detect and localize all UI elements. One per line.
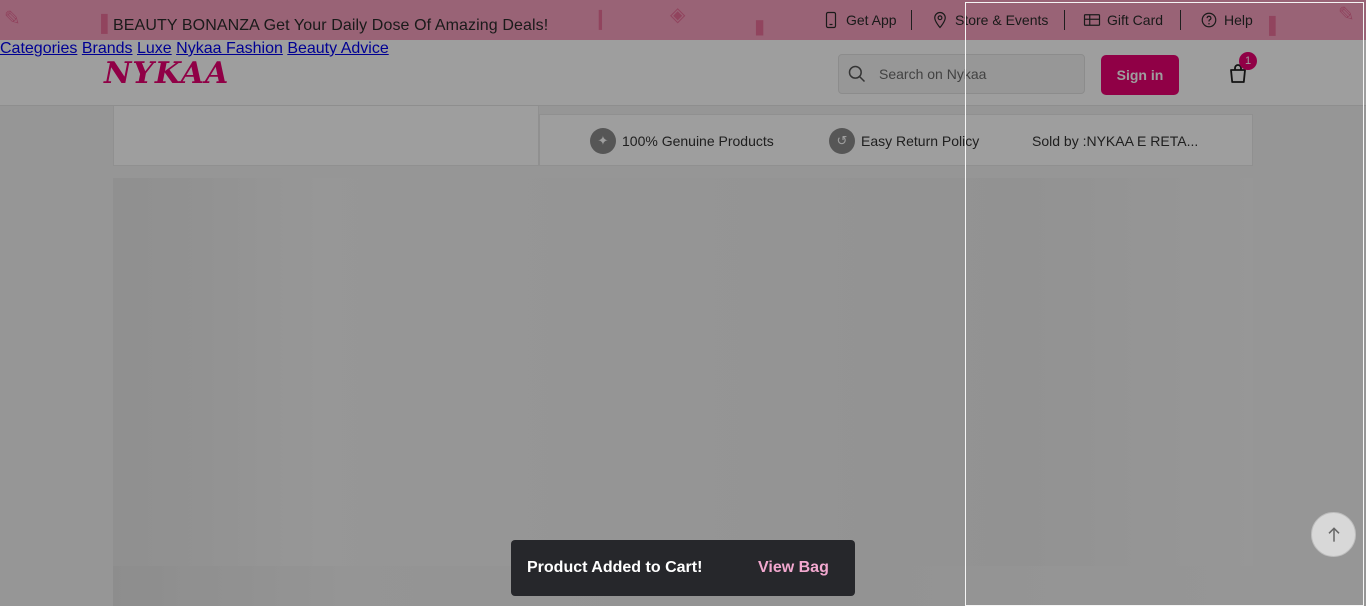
genuine-products-icon: ✦ xyxy=(590,128,616,154)
search-icon xyxy=(848,65,866,83)
loading-skeleton xyxy=(113,178,1253,566)
gift-card-icon xyxy=(1083,14,1101,26)
view-bag-link[interactable]: View Bag xyxy=(758,559,829,577)
arrow-up-icon xyxy=(1327,526,1340,542)
mobile-phone-icon xyxy=(825,11,837,29)
nykaa-logo[interactable]: NYKAA xyxy=(104,56,229,91)
toast-message: Product Added to Cart! xyxy=(527,559,703,576)
help-circle-icon xyxy=(1201,12,1217,28)
nav-nykaa-fashion[interactable]: Nykaa Fashion xyxy=(176,40,283,57)
makeup-brush-icon: ✎ xyxy=(1338,4,1355,26)
nav-brands[interactable]: Brands xyxy=(82,40,133,57)
bottle-icon: ▮ xyxy=(754,16,766,38)
gift-card-link[interactable]: Gift Card xyxy=(1083,11,1163,29)
return-arrow-icon: ↺ xyxy=(829,128,855,154)
get-app-link[interactable]: Get App xyxy=(822,11,897,29)
help-label: Help xyxy=(1224,12,1253,28)
nail-polish-icon: ❙ xyxy=(592,8,609,30)
promo-banner[interactable]: ✎ ❚ ❙ ◈ ▮ ❚ ✎ BEAUTY BONANZA Get Your Da… xyxy=(0,0,1366,40)
sold-by: Sold by :NYKAA E RETA... xyxy=(1032,133,1198,149)
nav-luxe[interactable]: Luxe xyxy=(137,40,172,57)
promo-text: BEAUTY BONANZA Get Your Daily Dose Of Am… xyxy=(113,17,549,34)
added-to-cart-toast: Product Added to Cart! View Bag xyxy=(511,540,855,596)
easy-return: ↺ Easy Return Policy xyxy=(829,128,979,154)
sold-by-label: Sold by :NYKAA E RETA... xyxy=(1032,133,1199,149)
nav-beauty-advice[interactable]: Beauty Advice xyxy=(287,40,388,57)
store-events-link[interactable]: Store & Events xyxy=(931,11,1048,29)
nav-categories[interactable]: Categories xyxy=(0,40,77,57)
lipstick-icon: ❚ xyxy=(96,12,113,34)
divider xyxy=(911,10,912,30)
scroll-to-top-button[interactable] xyxy=(1311,512,1356,557)
gift-card-label: Gift Card xyxy=(1107,12,1164,28)
makeup-brush-icon: ✎ xyxy=(4,8,21,30)
divider xyxy=(1064,10,1065,30)
product-image-panel xyxy=(113,106,539,166)
compact-icon: ◈ xyxy=(670,4,686,26)
store-events-label: Store & Events xyxy=(955,12,1049,28)
help-link[interactable]: Help xyxy=(1200,11,1253,29)
divider xyxy=(1180,10,1181,30)
get-app-label: Get App xyxy=(846,12,897,28)
easy-return-label: Easy Return Policy xyxy=(861,133,980,149)
sign-in-button[interactable]: Sign in xyxy=(1101,55,1179,95)
lipstick-icon: ❚ xyxy=(1264,14,1281,36)
genuine-products: ✦ 100% Genuine Products xyxy=(590,128,774,154)
main-header: NYKAA Categories Brands Luxe Nykaa Fashi… xyxy=(0,40,1366,106)
search-box[interactable] xyxy=(838,54,1085,94)
cart-count-badge: 1 xyxy=(1239,52,1257,70)
genuine-products-label: 100% Genuine Products xyxy=(622,133,774,149)
location-pin-icon xyxy=(934,11,946,29)
trust-bar: ✦ 100% Genuine Products ↺ Easy Return Po… xyxy=(539,114,1253,166)
search-input[interactable] xyxy=(879,63,1079,85)
